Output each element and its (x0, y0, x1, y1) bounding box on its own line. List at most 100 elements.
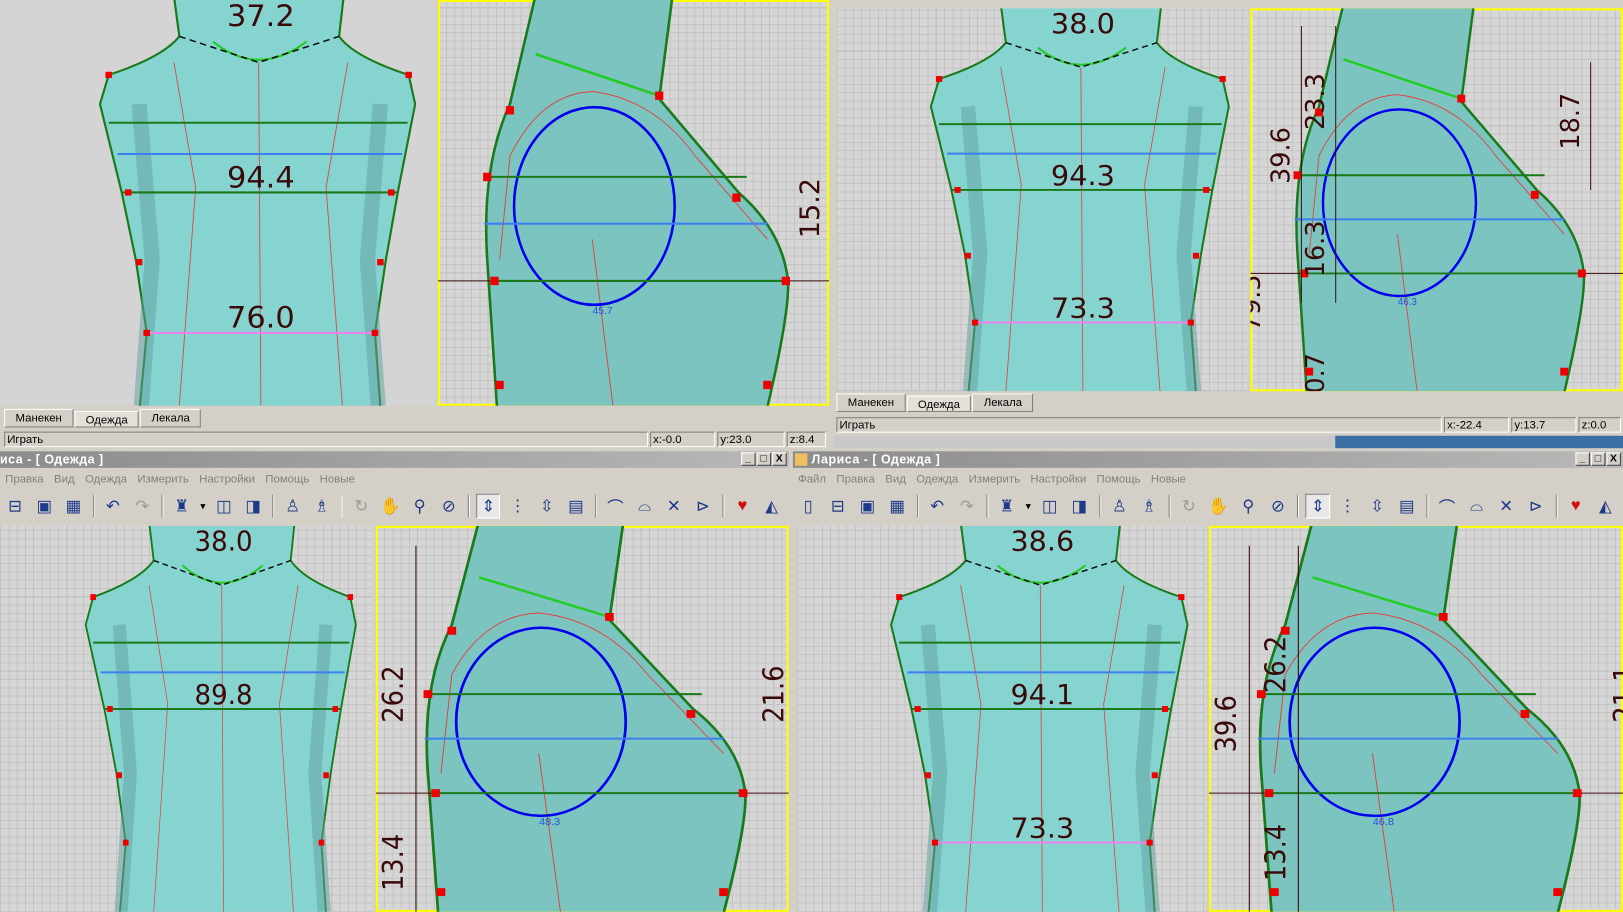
mannequin-front[interactable]: 37.2 94.4 76.0 (0, 0, 435, 406)
vertical-measure-icon[interactable]: ⇕ (476, 493, 501, 519)
menu-item[interactable]: Измерить (132, 471, 194, 488)
menu-item[interactable]: Правка (0, 471, 49, 488)
control-point[interactable] (914, 706, 921, 712)
side-view-bottom_left[interactable]: 48.3 26.2 13.4 21.6 (375, 525, 789, 912)
control-point[interactable] (122, 839, 129, 846)
shirt-icon[interactable]: ♙ (1107, 494, 1131, 519)
mannequin-front[interactable]: 38.0 94.3 73.3 (836, 8, 1247, 392)
curve-add-icon[interactable]: ⌒ (603, 494, 627, 519)
mannequin-side[interactable]: 45.7 15.2 (437, 0, 830, 406)
control-point[interactable] (135, 259, 143, 266)
tab-patterns[interactable]: Лекала (140, 408, 202, 428)
pattern-pieces-icon[interactable]: ◭ (1593, 494, 1617, 519)
layout-icon[interactable]: ◫ (1038, 494, 1062, 519)
control-point[interactable] (1270, 888, 1279, 897)
control-point[interactable] (483, 172, 492, 182)
menu-item[interactable]: Новые (1146, 471, 1191, 488)
curve-add-icon[interactable]: ⌒ (1435, 494, 1459, 519)
measure-points-icon[interactable]: ⋮ (506, 494, 530, 519)
tab-mannequin[interactable]: Манекен (4, 408, 74, 428)
curve-remove-icon[interactable]: ⌓ (633, 494, 657, 519)
control-point[interactable] (1146, 839, 1153, 846)
control-point[interactable] (1577, 269, 1586, 278)
tab-mannequin[interactable]: Манекен (836, 393, 906, 412)
rotate-view-icon[interactable]: ⊘ (437, 494, 461, 519)
mirror-icon[interactable]: ⊳ (691, 494, 715, 519)
menu-item[interactable]: Одежда (911, 471, 963, 488)
control-point[interactable] (1151, 772, 1158, 779)
mannequin-side[interactable]: 48.3 26.2 13.4 21.6 (375, 525, 789, 912)
ruler-icon[interactable]: ▤ (1395, 494, 1419, 519)
shirt-measure-icon[interactable]: ♗ (1137, 494, 1161, 519)
maximize-button[interactable]: □ (756, 452, 772, 466)
control-point[interactable] (495, 380, 504, 390)
side-view-top_left[interactable]: 45.7 15.2 (437, 0, 830, 406)
minimize-button[interactable]: _ (741, 452, 756, 466)
control-point[interactable] (1438, 612, 1448, 621)
menu-item[interactable]: Помощь (260, 471, 314, 488)
side-view-top_right[interactable]: 46.3 79.5 39.6 23.3 16.3 20.7 18.7 (1250, 8, 1623, 392)
undo-icon[interactable]: ↶ (925, 494, 949, 519)
new-file-icon[interactable]: ▯ (796, 494, 820, 519)
mannequin-side[interactable]: 46.8 39.6 26.2 13.4 21.1 (1208, 525, 1623, 912)
pattern-map-icon[interactable]: ◨ (1067, 494, 1091, 519)
menu-item[interactable]: Помощь (1091, 471, 1145, 488)
menu-item[interactable]: Правка (831, 471, 880, 488)
menu-item[interactable]: Новые (314, 471, 359, 488)
vertical-measure-icon[interactable]: ⇕ (1305, 493, 1331, 519)
measure-points-icon[interactable]: ⋮ (1335, 494, 1359, 519)
mannequin-front[interactable]: 38.0 89.8 (0, 525, 373, 912)
menu-item[interactable]: Одежда (80, 471, 132, 488)
side-view-bottom_right[interactable]: 46.8 39.6 26.2 13.4 21.1 (1208, 525, 1623, 912)
control-point[interactable] (332, 706, 339, 712)
mirror-icon[interactable]: ⊳ (1524, 494, 1548, 519)
hand-pan-icon[interactable]: ✋ (379, 494, 403, 519)
hand-pan-icon[interactable]: ✋ (1206, 494, 1230, 519)
control-point[interactable] (124, 189, 132, 196)
control-point[interactable] (107, 706, 113, 712)
control-point[interactable] (377, 259, 384, 266)
shirt-icon[interactable]: ♙ (281, 494, 305, 519)
mannequin-select-icon[interactable]: ♜ (170, 494, 194, 519)
dropdown-arrow-icon[interactable]: ▾ (199, 494, 207, 519)
control-point[interactable] (371, 329, 379, 337)
tab-clothing[interactable]: Одежда (74, 410, 140, 428)
menu-item[interactable]: Настройки (194, 471, 260, 488)
control-point[interactable] (896, 594, 903, 601)
control-point[interactable] (116, 772, 123, 779)
control-point[interactable] (431, 789, 440, 798)
save-icon[interactable]: ▣ (855, 494, 879, 519)
maximize-button[interactable]: □ (1590, 452, 1606, 466)
point-cross-icon[interactable]: ✕ (1494, 494, 1518, 519)
control-point[interactable] (1203, 187, 1210, 193)
save-all-icon[interactable]: ▦ (885, 494, 909, 519)
save-all-icon[interactable]: ▦ (61, 494, 85, 519)
shirt-measure-icon[interactable]: ♗ (310, 494, 334, 519)
control-point[interactable] (1530, 190, 1539, 199)
control-point[interactable] (405, 71, 412, 79)
control-point[interactable] (490, 276, 499, 286)
menu-item[interactable]: Настройки (1025, 471, 1091, 488)
front-view-bottom_left[interactable]: 38.0 89.8 (0, 525, 373, 912)
pattern-map-icon[interactable]: ◨ (241, 494, 265, 519)
zoom-icon[interactable]: ⚲ (1236, 494, 1260, 519)
control-point[interactable] (318, 839, 325, 846)
undo-icon[interactable]: ↶ (101, 494, 125, 519)
control-point[interactable] (936, 76, 943, 82)
control-point[interactable] (1520, 709, 1530, 718)
control-point[interactable] (954, 187, 961, 193)
redo-icon[interactable]: ↷ (955, 494, 979, 519)
control-point[interactable] (738, 789, 748, 798)
curve-remove-icon[interactable]: ⌓ (1464, 494, 1488, 519)
menu-item[interactable]: Вид (49, 471, 80, 488)
menu-item[interactable]: Вид (880, 471, 911, 488)
open-folder-icon[interactable]: ⊟ (826, 494, 850, 519)
front-view-top_right[interactable]: 38.0 94.3 73.3 (836, 8, 1248, 392)
control-point[interactable] (781, 276, 790, 286)
front-view-top_left[interactable]: 37.2 94.4 76.0 (0, 0, 435, 406)
control-point[interactable] (719, 888, 728, 897)
minimize-button[interactable]: _ (1575, 452, 1590, 466)
control-point[interactable] (605, 612, 614, 621)
dropdown-arrow-icon[interactable]: ▾ (1024, 494, 1032, 519)
mannequin-red-icon[interactable]: ♥ (730, 494, 754, 519)
